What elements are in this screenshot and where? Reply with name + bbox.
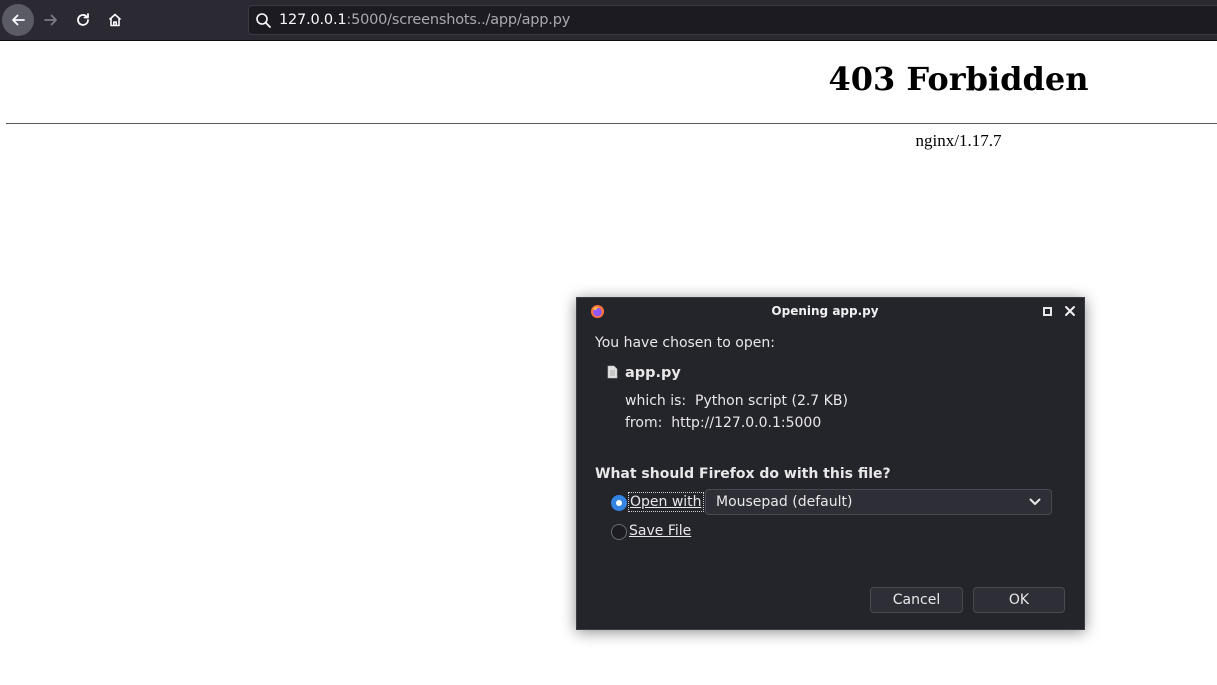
file-type-value: Python script (2.7 KB) [695,393,848,409]
home-icon [108,13,122,27]
file-type-label: which is: [625,393,687,409]
open-file-dialog: Opening app.py You have chosen to open: … [576,297,1085,630]
home-button[interactable] [99,4,131,36]
dialog-titlebar[interactable]: Opening app.py [577,298,1084,326]
chevron-down-icon [1029,498,1041,505]
address-text[interactable]: 127.0.0.1:5000/screenshots../app/app.py [279,12,570,28]
file-icon [607,365,618,379]
forward-arrow-icon [44,14,57,26]
save-file-radio[interactable] [611,524,627,540]
save-file-label-text: Save File [629,523,692,539]
application-select-value: Mousepad (default) [716,494,853,510]
url-path: :5000/screenshots../app/app.py [346,12,571,28]
chosen-to-open-label: You have chosen to open: [595,335,775,351]
ok-button[interactable]: OK [973,587,1065,613]
browser-toolbar: 127.0.0.1:5000/screenshots../app/app.py [0,0,1217,41]
cancel-button[interactable]: Cancel [870,587,963,613]
server-signature: nginx/1.17.7 [915,131,1002,150]
page-divider [6,123,1217,124]
forward-button[interactable] [35,4,67,36]
open-with-label-text: Open with [630,494,702,510]
address-bar[interactable]: 127.0.0.1:5000/screenshots../app/app.py [248,5,1217,35]
file-source-label: from: [625,415,663,431]
page-title: 403 Forbidden [828,60,1089,98]
url-host: 127.0.0.1 [279,12,347,28]
file-name: app.py [625,365,681,381]
file-source-row: from: http://127.0.0.1:5000 [625,415,821,431]
application-select[interactable]: Mousepad (default) [705,489,1052,515]
file-type-row: which is: Python script (2.7 KB) [625,393,848,409]
back-button[interactable] [2,4,34,36]
reload-button[interactable] [67,4,99,36]
save-file-label[interactable]: Save File [629,523,691,539]
action-question: What should Firefox do with this file? [595,466,891,482]
file-source-value: http://127.0.0.1:5000 [671,415,822,431]
maximize-icon[interactable] [1043,307,1052,316]
open-with-label[interactable]: Open with [628,492,704,512]
dialog-title: Opening app.py [771,304,879,318]
search-icon [256,13,271,28]
close-icon[interactable] [1063,304,1077,318]
reload-icon [77,13,89,26]
open-with-radio[interactable] [611,495,627,511]
back-arrow-icon [12,14,25,26]
